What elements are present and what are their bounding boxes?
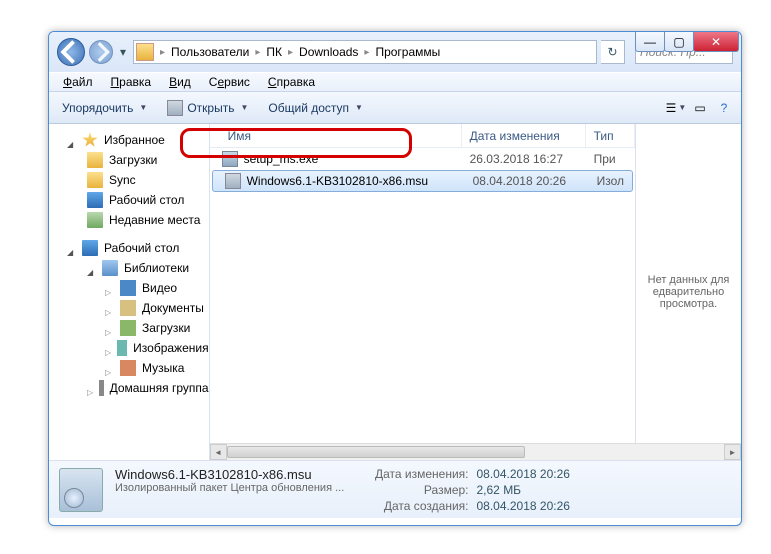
nav-libraries[interactable]: Библиотеки [49,258,209,278]
file-list-pane: Имя Дата изменения Тип setup_ms.exe 26.0… [210,124,741,460]
nav-downloads[interactable]: Загрузки [49,150,209,170]
file-row-selected[interactable]: Windows6.1-KB3102810-x86.msu 08.04.2018 … [212,170,633,192]
package-icon [167,100,183,116]
star-icon [82,132,98,148]
breadcrumb-item[interactable]: Пользователи [167,41,253,63]
folder-icon [87,172,103,188]
details-modified-label: Дата изменения: [375,467,469,481]
back-button[interactable] [57,38,85,66]
refresh-button[interactable]: ↻ [601,40,625,64]
menu-edit[interactable]: Правка [103,73,160,91]
nav-desktop[interactable]: Рабочий стол [49,190,209,210]
details-pane: Windows6.1-KB3102810-x86.msu Изолированн… [49,460,741,518]
scroll-left-button[interactable]: ◄ [210,444,227,460]
nav-favorites[interactable]: Избранное [49,130,209,150]
folder-icon [136,43,154,61]
image-icon [117,340,127,356]
library-icon [102,260,118,276]
horizontal-scrollbar[interactable]: ◄ ► [210,443,635,460]
menu-bar: Файл Правка Вид Сервис Справка [49,72,741,92]
nav-homegroup[interactable]: Домашняя группа [49,378,209,398]
help-button[interactable]: ? [713,97,735,119]
desktop-icon [82,240,98,256]
column-date[interactable]: Дата изменения [462,124,586,147]
explorer-window: — ▢ ✕ ▾ ▸ Пользователи▸ ПК▸ Downloads▸ П… [48,31,742,526]
scroll-thumb[interactable] [227,446,525,458]
organize-button[interactable]: Упорядочить▼ [55,97,154,119]
document-icon [120,300,136,316]
nav-music[interactable]: Музыка [49,358,209,378]
recent-icon [87,212,103,228]
menu-view[interactable]: Вид [161,73,199,91]
nav-history-dropdown[interactable]: ▾ [117,42,129,62]
desktop-icon [87,192,103,208]
menu-help[interactable]: Справка [260,73,323,91]
details-created-value: 08.04.2018 20:26 [477,499,570,513]
breadcrumb-item[interactable]: ПК [262,41,286,63]
breadcrumb-item[interactable]: Программы [371,41,444,63]
menu-file[interactable]: Файл [55,73,101,91]
folder-icon [87,152,103,168]
preview-pane-button[interactable]: ▭ [689,97,711,119]
homegroup-icon [99,380,103,396]
content-area: Избранное Загрузки Sync Рабочий стол Нед… [49,124,741,460]
nav-desktop-root[interactable]: Рабочий стол [49,238,209,258]
close-button[interactable]: ✕ [693,32,739,52]
file-row[interactable]: setup_ms.exe 26.03.2018 16:27 При [210,148,635,170]
window-controls: — ▢ ✕ [636,32,739,52]
download-icon [120,320,136,336]
breadcrumb-bar[interactable]: ▸ Пользователи▸ ПК▸ Downloads▸ Программы [133,40,597,64]
details-filetype: Изолированный пакет Центра обновления ..… [115,482,375,494]
forward-button[interactable] [89,40,113,64]
details-size-label: Размер: [375,483,469,497]
menu-tools[interactable]: Сервис [201,73,258,91]
toolbar: Упорядочить▼ Открыть▼ Общий доступ▼ ☰▼ ▭… [49,92,741,124]
view-options-button[interactable]: ☰▼ [665,97,687,119]
exe-icon [222,151,238,167]
msu-icon [225,173,241,189]
breadcrumb-item[interactable]: Downloads [295,41,362,63]
details-size-value: 2,62 МБ [477,483,570,497]
nav-images[interactable]: Изображения [49,338,209,358]
minimize-button[interactable]: — [635,32,665,52]
maximize-button[interactable]: ▢ [664,32,694,52]
navigation-pane: Избранное Загрузки Sync Рабочий стол Нед… [49,124,210,460]
column-type[interactable]: Тип [586,124,635,147]
open-button[interactable]: Открыть▼ [160,96,255,120]
preview-pane: Нет данных для едварительно просмотра. [635,124,741,460]
nav-recent[interactable]: Недавние места [49,210,209,230]
details-modified-value: 08.04.2018 20:26 [477,467,570,481]
music-icon [120,360,136,376]
details-created-label: Дата создания: [375,499,469,513]
nav-documents[interactable]: Документы [49,298,209,318]
share-button[interactable]: Общий доступ▼ [261,97,370,119]
nav-sync[interactable]: Sync [49,170,209,190]
column-name[interactable]: Имя [210,124,462,147]
nav-videos[interactable]: Видео [49,278,209,298]
column-headers: Имя Дата изменения Тип [210,124,635,148]
file-large-icon [59,468,103,512]
details-filename: Windows6.1-KB3102810-x86.msu [115,467,375,482]
video-icon [120,280,136,296]
nav-downloads2[interactable]: Загрузки [49,318,209,338]
